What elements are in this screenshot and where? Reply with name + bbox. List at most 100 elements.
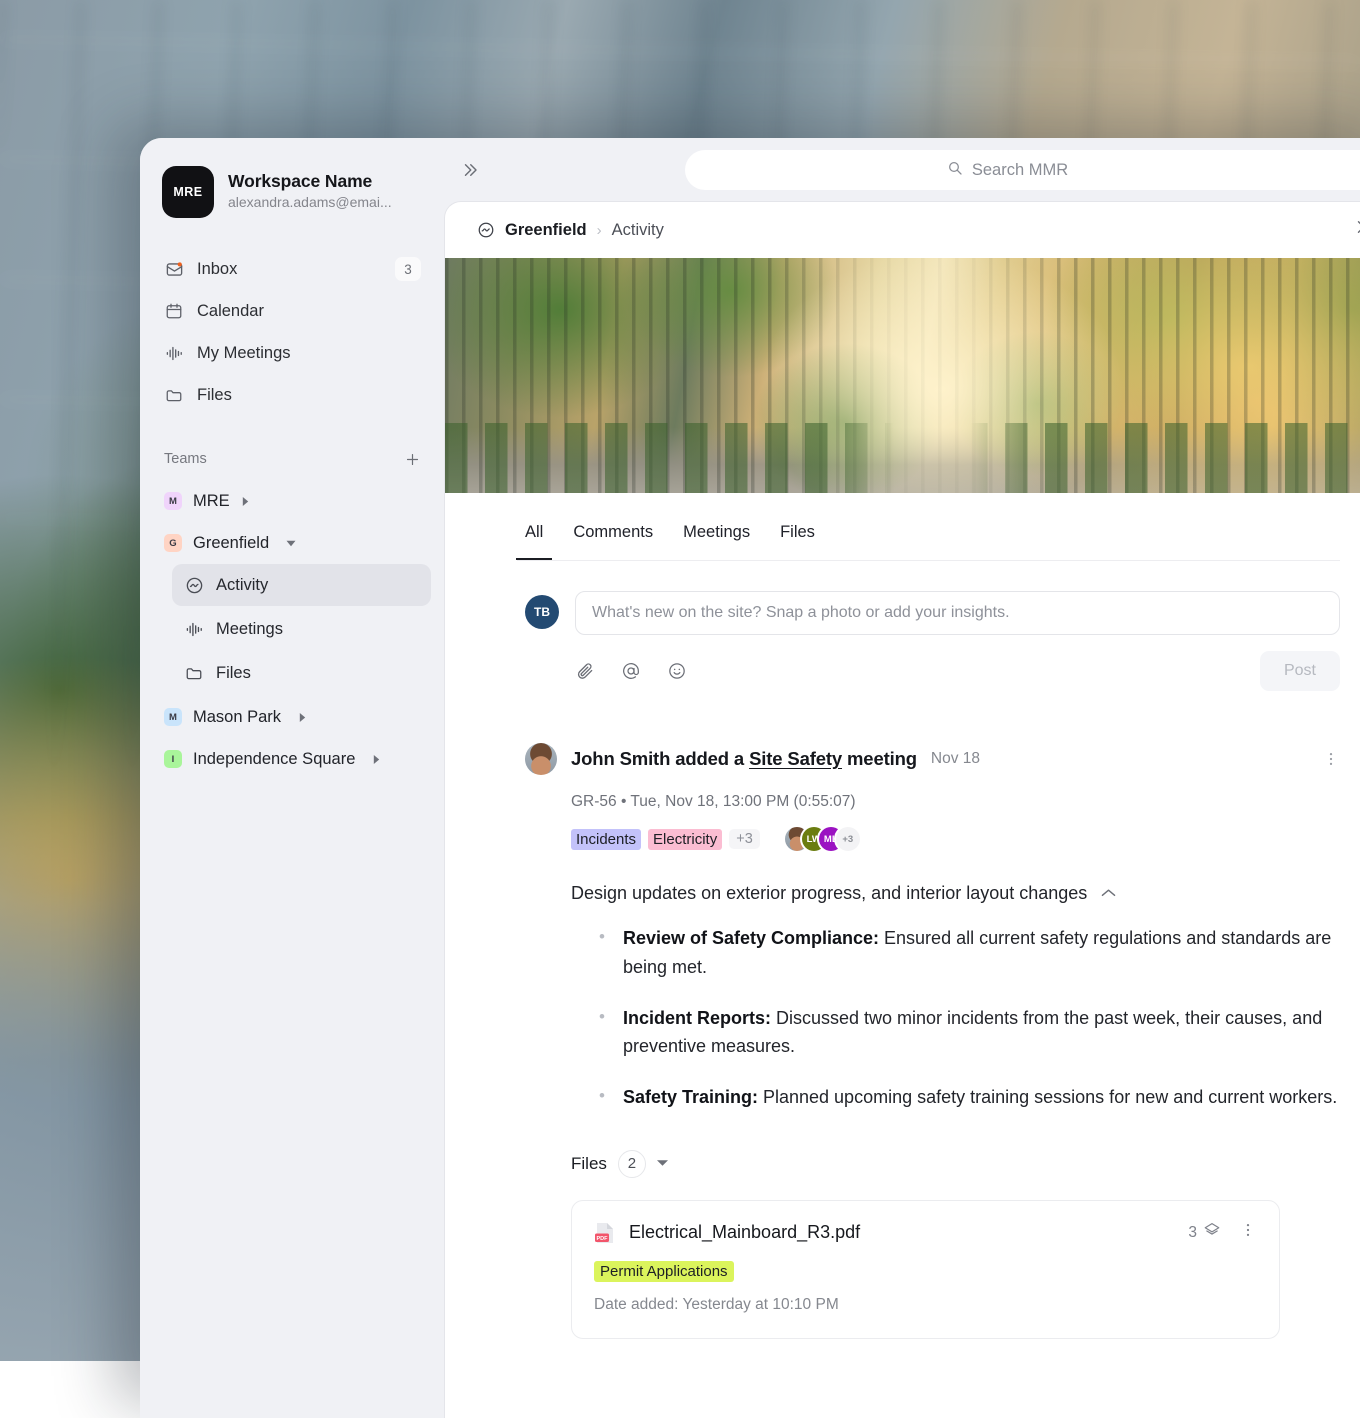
post-tag-row: Incidents Electricity +3 LW ML +3: [571, 827, 1340, 851]
chevron-down-icon[interactable]: [286, 539, 296, 548]
chevron-right-icon[interactable]: [372, 755, 381, 764]
sidebar: MRE Workspace Name alexandra.adams@emai.…: [140, 138, 445, 1418]
sidebar-item-label: Files: [197, 386, 232, 405]
bullet-content: Incident Reports: Discussed two minor in…: [623, 1004, 1340, 1062]
sidebar-item-inbox[interactable]: Inbox 3: [154, 248, 431, 290]
layers-icon[interactable]: [1203, 1221, 1221, 1244]
sidebar-item-label: My Meetings: [197, 344, 291, 363]
sidebar-collapse-button[interactable]: [455, 155, 485, 185]
tab-all[interactable]: All: [525, 523, 543, 560]
team-row-independence-square[interactable]: I Independence Square: [154, 738, 431, 780]
post-date: Nov 18: [931, 750, 980, 768]
team-label: MRE: [193, 492, 230, 511]
search-placeholder: Search MMR: [972, 161, 1068, 180]
emoji-icon[interactable]: [667, 661, 687, 681]
breadcrumb-current[interactable]: Activity: [612, 221, 664, 240]
team-label: Independence Square: [193, 750, 355, 769]
topbar: Search MMR: [445, 138, 1360, 202]
teams-list: M MRE G Greenfield: [140, 474, 445, 780]
list-item: • Incident Reports: Discussed two minor …: [599, 1004, 1340, 1062]
inbox-badge: 3: [395, 257, 421, 281]
composer-placeholder: What's new on the site? Snap a photo or …: [592, 604, 1010, 622]
kebab-menu-icon[interactable]: [1239, 1221, 1257, 1244]
team-avatar: G: [164, 534, 182, 552]
attendee-avatar-stack[interactable]: LW ML +3: [785, 827, 860, 851]
mention-icon[interactable]: [621, 661, 641, 681]
sidebar-item-activity[interactable]: Activity: [172, 564, 431, 606]
breadcrumb-root[interactable]: Greenfield: [505, 221, 587, 240]
sidebar-item-calendar[interactable]: Calendar: [154, 290, 431, 332]
list-item: • Safety Training: Planned upcoming safe…: [599, 1083, 1340, 1112]
post-action-prefix: John Smith added a: [571, 748, 749, 769]
file-date: Date added: Yesterday at 10:10 PM: [594, 1296, 1257, 1314]
add-team-button[interactable]: [404, 451, 421, 468]
post-header: John Smith added a Site Safety meeting N…: [525, 743, 1340, 775]
post-tag[interactable]: Incidents: [571, 829, 641, 850]
bullet-body: Planned upcoming safety training session…: [758, 1087, 1337, 1107]
chevron-down-icon[interactable]: [657, 1158, 668, 1170]
composer-toolbar: Post: [575, 651, 1340, 691]
tab-comments[interactable]: Comments: [573, 523, 653, 560]
post-title: John Smith added a Site Safety meeting: [571, 748, 917, 770]
post-meeting-link[interactable]: Site Safety: [749, 748, 842, 769]
team-row-mre[interactable]: M MRE: [154, 480, 431, 522]
post-composer: TB What's new on the site? Snap a photo …: [445, 561, 1360, 691]
panel-expand-button[interactable]: [1354, 218, 1360, 242]
waveform-icon: [184, 619, 204, 639]
sidebar-item-greenfield-files[interactable]: Files: [172, 652, 431, 694]
file-card-header: PDF Electrical_Mainboard_R3.pdf 3: [594, 1221, 1257, 1245]
attendees-overflow[interactable]: +3: [836, 827, 860, 851]
list-item: • Review of Safety Compliance: Ensured a…: [599, 924, 1340, 982]
file-card-actions: 3: [1188, 1221, 1257, 1244]
kebab-menu-icon[interactable]: [1322, 750, 1340, 768]
post-tags-overflow[interactable]: +3: [729, 829, 760, 849]
sidebar-item-label: Meetings: [216, 620, 283, 639]
main-column: Search MMR Greenfield › Activity: [445, 138, 1360, 1418]
post-summary-title-row: Design updates on exterior progress, and…: [571, 883, 1340, 904]
paperclip-icon[interactable]: [575, 661, 595, 681]
post-button[interactable]: Post: [1260, 651, 1340, 691]
post-bullet-list: • Review of Safety Compliance: Ensured a…: [599, 924, 1340, 1112]
workspace-name: Workspace Name: [228, 171, 392, 193]
bullet-content: Review of Safety Compliance: Ensured all…: [623, 924, 1340, 982]
team-avatar: I: [164, 750, 182, 768]
tab-files[interactable]: Files: [780, 523, 815, 560]
file-name: Electrical_Mainboard_R3.pdf: [629, 1222, 860, 1243]
files-label: Files: [571, 1154, 607, 1174]
chevron-up-icon[interactable]: [1101, 886, 1116, 901]
workspace-header[interactable]: MRE Workspace Name alexandra.adams@emai.…: [140, 166, 445, 218]
activity-icon: [477, 221, 495, 239]
bullet-dot: •: [599, 1083, 605, 1112]
bullet-content: Safety Training: Planned upcoming safety…: [623, 1083, 1337, 1112]
chevron-right-icon[interactable]: [298, 713, 307, 722]
sidebar-item-label: Files: [216, 664, 251, 683]
svg-text:PDF: PDF: [597, 1236, 609, 1242]
post-body: Design updates on exterior progress, and…: [571, 883, 1340, 1112]
files-section-header[interactable]: Files 2: [571, 1150, 1340, 1178]
primary-nav: Inbox 3 Calendar My Meetings: [140, 248, 445, 416]
post-summary-title: Design updates on exterior progress, and…: [571, 883, 1087, 904]
team-row-greenfield[interactable]: G Greenfield: [154, 522, 431, 564]
sidebar-item-files[interactable]: Files: [154, 374, 431, 416]
sidebar-item-greenfield-meetings[interactable]: Meetings: [172, 608, 431, 650]
avatar: TB: [525, 595, 559, 629]
tab-bar: All Comments Meetings Files: [445, 493, 1360, 560]
file-card[interactable]: PDF Electrical_Mainboard_R3.pdf 3: [571, 1200, 1280, 1339]
hero-banner-image: [445, 258, 1360, 493]
workspace-email: alexandra.adams@emai...: [228, 193, 392, 213]
file-version-count: 3: [1188, 1224, 1197, 1242]
post-tag[interactable]: Electricity: [648, 829, 722, 850]
post-action-suffix: meeting: [842, 748, 917, 769]
tab-meetings[interactable]: Meetings: [683, 523, 750, 560]
inbox-icon: [164, 259, 184, 279]
chevron-right-icon[interactable]: [241, 497, 250, 506]
sidebar-item-label: Calendar: [197, 302, 264, 321]
sidebar-item-label: Activity: [216, 576, 268, 595]
waveform-icon: [164, 343, 184, 363]
search-input[interactable]: Search MMR: [685, 150, 1360, 190]
file-tag[interactable]: Permit Applications: [594, 1261, 734, 1282]
folder-icon: [184, 663, 204, 683]
sidebar-item-my-meetings[interactable]: My Meetings: [154, 332, 431, 374]
team-row-mason-park[interactable]: M Mason Park: [154, 696, 431, 738]
composer-input[interactable]: What's new on the site? Snap a photo or …: [575, 591, 1340, 635]
